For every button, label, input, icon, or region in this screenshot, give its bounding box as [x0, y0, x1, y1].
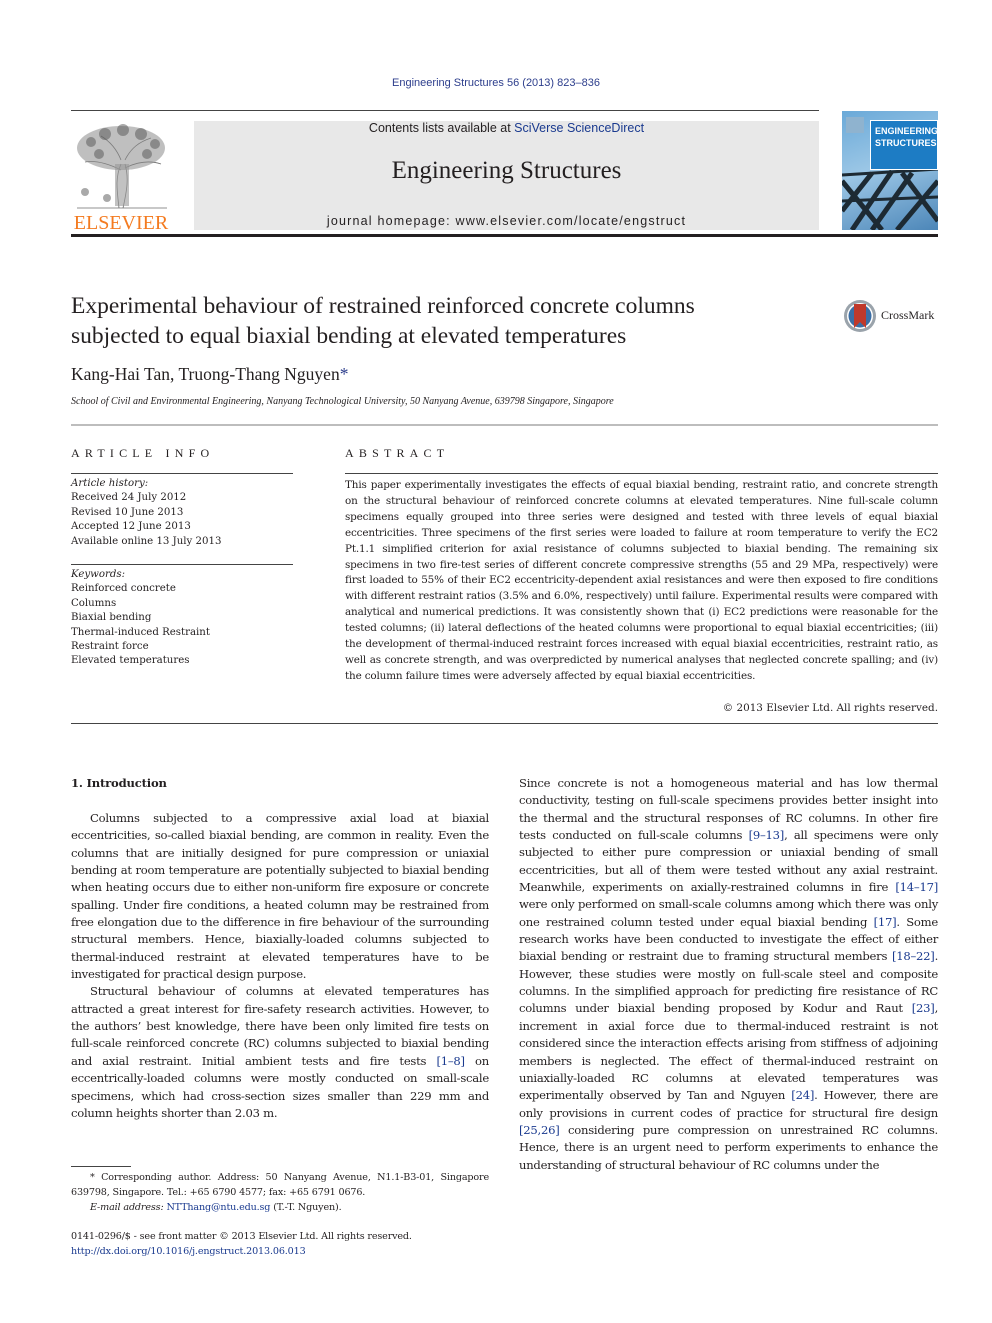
abstract-heading: ABSTRACT: [345, 446, 450, 460]
contents-prefix: Contents lists available at: [368, 121, 515, 135]
issn-block: 0141-0296/$ - see front matter © 2013 El…: [71, 1230, 412, 1259]
history-received: Received 24 July 2012: [71, 492, 187, 504]
journal-cover-image[interactable]: ENGINEERING STRUCTURES: [842, 111, 938, 230]
email-suffix: (T.-T. Nguyen).: [270, 1202, 342, 1213]
doi-link[interactable]: http://dx.doi.org/10.1016/j.engstruct.20…: [71, 1245, 412, 1260]
body-left-column: Columns subjected to a compressive axial…: [71, 810, 489, 1122]
cover-title-line2: STRUCTURES: [875, 138, 937, 148]
history-revised: Revised 10 June 2013: [71, 506, 184, 518]
history-label: Article history:: [71, 478, 149, 489]
footnote-email: E-mail address: NTThang@ntu.edu.sg (T.-T…: [71, 1200, 489, 1215]
article-info-rule: [71, 473, 293, 474]
history-online: Available online 13 July 2013: [71, 535, 222, 547]
keywords-label: Keywords:: [71, 569, 126, 580]
title-line-2: subjected to equal biaxial bending at el…: [71, 323, 627, 349]
citation-link[interactable]: [25,26]: [519, 1123, 560, 1137]
article-info-heading: ARTICLE INFO: [71, 446, 215, 460]
email-link[interactable]: NTThang@ntu.edu.sg: [166, 1202, 270, 1213]
abstract-text: This paper experimentally investigates t…: [345, 479, 938, 682]
keyword-item: Biaxial bending: [71, 612, 152, 624]
citation-link[interactable]: [14–17]: [895, 880, 938, 894]
body-right-column: Since concrete is not a homogeneous mate…: [519, 775, 938, 1174]
header-bottom-rule: [71, 234, 938, 237]
citation-link[interactable]: [23]: [912, 1001, 935, 1015]
paragraph-text: considering pure compression on unrestra…: [519, 1122, 938, 1172]
crossmark-button[interactable]: CrossMark: [843, 298, 943, 334]
contents-availability: Contents lists available at SciVerse Sci…: [194, 121, 819, 135]
section-heading-introduction: 1. Introduction: [71, 776, 167, 790]
intro-paragraph-continued: Since concrete is not a homogeneous mate…: [519, 775, 938, 1174]
author-list: Kang-Hai Tan, Truong-Thang Nguyen*: [71, 364, 348, 385]
journal-homepage: journal homepage: www.elsevier.com/locat…: [194, 214, 819, 228]
keywords-list: Keywords: Reinforced concrete Columns Bi…: [71, 568, 293, 669]
article-history: Article history: Received 24 July 2012 R…: [71, 477, 293, 549]
keyword-item: Reinforced concrete: [71, 583, 176, 595]
sciencedirect-link[interactable]: SciVerse ScienceDirect: [514, 121, 644, 135]
abstract-rule: [345, 473, 938, 474]
cover-title-line1: ENGINEERING: [875, 126, 938, 136]
abstract-bottom-rule: [71, 723, 938, 724]
history-accepted: Accepted 12 June 2013: [71, 521, 191, 533]
citation-link[interactable]: [24]: [791, 1088, 814, 1102]
citation-link[interactable]: [1–8]: [436, 1054, 465, 1068]
keyword-item: Elevated temperatures: [71, 655, 190, 667]
affiliation-rule: [71, 424, 938, 426]
article-title: Experimental behaviour of restrained rei…: [71, 291, 811, 351]
footnote-text: Corresponding author. Address: 50 Nanyan…: [71, 1172, 489, 1198]
abstract-copyright: © 2013 Elsevier Ltd. All rights reserved…: [722, 702, 938, 714]
citation-link[interactable]: [18–22]: [892, 949, 935, 963]
authors-names: Kang-Hai Tan, Truong-Thang Nguyen: [71, 364, 340, 384]
paragraph-text: Structural behaviour of columns at eleva…: [71, 984, 489, 1068]
corresponding-author-mark[interactable]: *: [340, 364, 349, 384]
corresponding-author-footnote: * Corresponding author. Address: 50 Nany…: [71, 1170, 489, 1215]
homepage-url-link[interactable]: www.elsevier.com/locate/engstruct: [455, 214, 686, 228]
citation-link[interactable]: [17]: [874, 915, 897, 929]
author-affiliation: School of Civil and Environmental Engine…: [71, 396, 614, 407]
intro-paragraph-2: Structural behaviour of columns at eleva…: [71, 983, 489, 1122]
cover-title: ENGINEERING STRUCTURES: [875, 125, 938, 149]
footnote-address: * Corresponding author. Address: 50 Nany…: [71, 1170, 489, 1200]
keyword-item: Restraint force: [71, 641, 149, 653]
header-top-rule: [71, 110, 819, 111]
homepage-prefix: journal homepage:: [326, 214, 456, 228]
intro-paragraph-1: Columns subjected to a compressive axial…: [71, 811, 489, 982]
journal-name: Engineering Structures: [391, 157, 622, 184]
elsevier-wordmark: ELSEVIER: [73, 212, 169, 234]
keyword-item: Thermal-induced Restraint: [71, 626, 210, 638]
email-label: E-mail address:: [90, 1202, 164, 1213]
keywords-rule: [71, 564, 293, 565]
keyword-item: Columns: [71, 597, 117, 609]
crossmark-icon: [844, 300, 876, 332]
footnote-rule: [71, 1166, 131, 1167]
title-line-1: Experimental behaviour of restrained rei…: [71, 293, 695, 319]
citation-link[interactable]: [9–13]: [749, 828, 785, 842]
front-matter-line: 0141-0296/$ - see front matter © 2013 El…: [71, 1231, 412, 1242]
crossmark-label: CrossMark: [881, 308, 935, 322]
journal-reference-link[interactable]: Engineering Structures 56 (2013) 823–836: [0, 77, 992, 89]
